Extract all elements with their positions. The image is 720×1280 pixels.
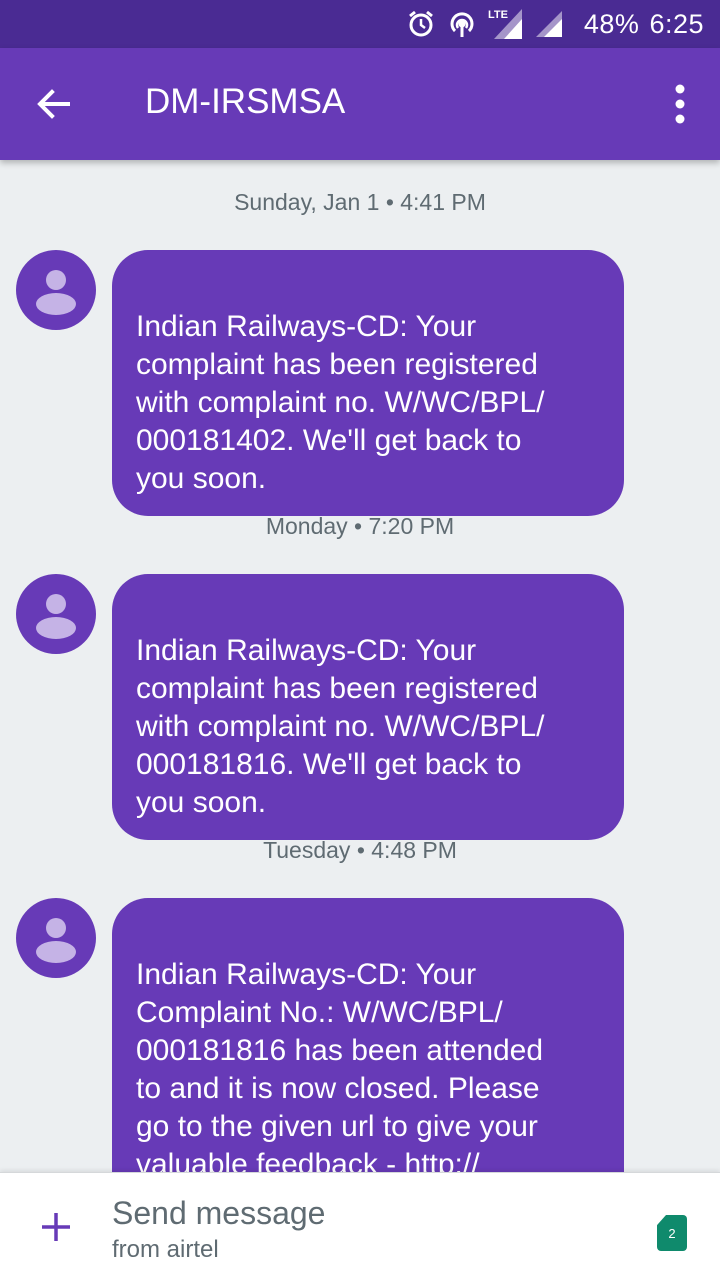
svg-text:LTE: LTE xyxy=(488,9,508,21)
battery-level: 48% xyxy=(583,8,640,39)
message-text: Indian Railways-CD: Your complaint has b… xyxy=(136,634,545,819)
contact-avatar[interactable] xyxy=(16,250,96,330)
signal-icon xyxy=(534,9,564,39)
message-text: Indian Railways-CD: Your complaint has b… xyxy=(136,310,545,495)
message-bubble[interactable]: Indian Railways-CD: Your complaint has b… xyxy=(112,250,624,516)
message-text: Indian Railways-CD: Your Complaint No.: … xyxy=(136,958,544,1172)
message-input[interactable]: Send message xyxy=(112,1195,325,1232)
person-icon xyxy=(36,270,76,315)
overflow-menu-button[interactable] xyxy=(660,76,700,132)
message-bubble[interactable]: Indian Railways-CD: Your Complaint No.: … xyxy=(112,898,624,1172)
hotspot-icon xyxy=(446,9,478,39)
back-button[interactable] xyxy=(26,76,82,132)
conversation-title: DM-IRSMSA xyxy=(145,82,346,121)
message-list[interactable]: Sunday, Jan 1 • 4:41 PM Indian Railways-… xyxy=(0,160,720,1172)
arrow-left-icon xyxy=(37,89,70,119)
more-vert-icon xyxy=(675,84,685,124)
message-composer: Send message from airtel 2 xyxy=(0,1172,720,1280)
message-timestamp: Monday • 7:20 PM xyxy=(265,513,455,539)
person-icon xyxy=(36,594,76,639)
lte-signal-icon: LTE xyxy=(488,7,524,41)
message-timestamp: Sunday, Jan 1 • 4:41 PM xyxy=(234,189,486,215)
message-timestamp: Tuesday • 4:48 PM xyxy=(263,837,457,863)
conversation-toolbar: DM-IRSMSA xyxy=(0,48,720,160)
contact-avatar[interactable] xyxy=(16,574,96,654)
alarm-icon xyxy=(406,9,436,39)
message-bubble[interactable]: Indian Railways-CD: Your complaint has b… xyxy=(112,574,624,840)
sim-selector-icon[interactable]: 2 xyxy=(657,1215,687,1251)
add-attachment-button[interactable] xyxy=(30,1201,82,1253)
clock: 6:25 xyxy=(649,8,704,39)
person-icon xyxy=(36,918,76,963)
status-bar: LTE 48% 6:25 xyxy=(0,0,720,48)
sim-carrier-label: from airtel xyxy=(112,1236,219,1263)
plus-icon xyxy=(42,1213,70,1241)
sim-number: 2 xyxy=(668,1225,676,1241)
contact-avatar[interactable] xyxy=(16,898,96,978)
